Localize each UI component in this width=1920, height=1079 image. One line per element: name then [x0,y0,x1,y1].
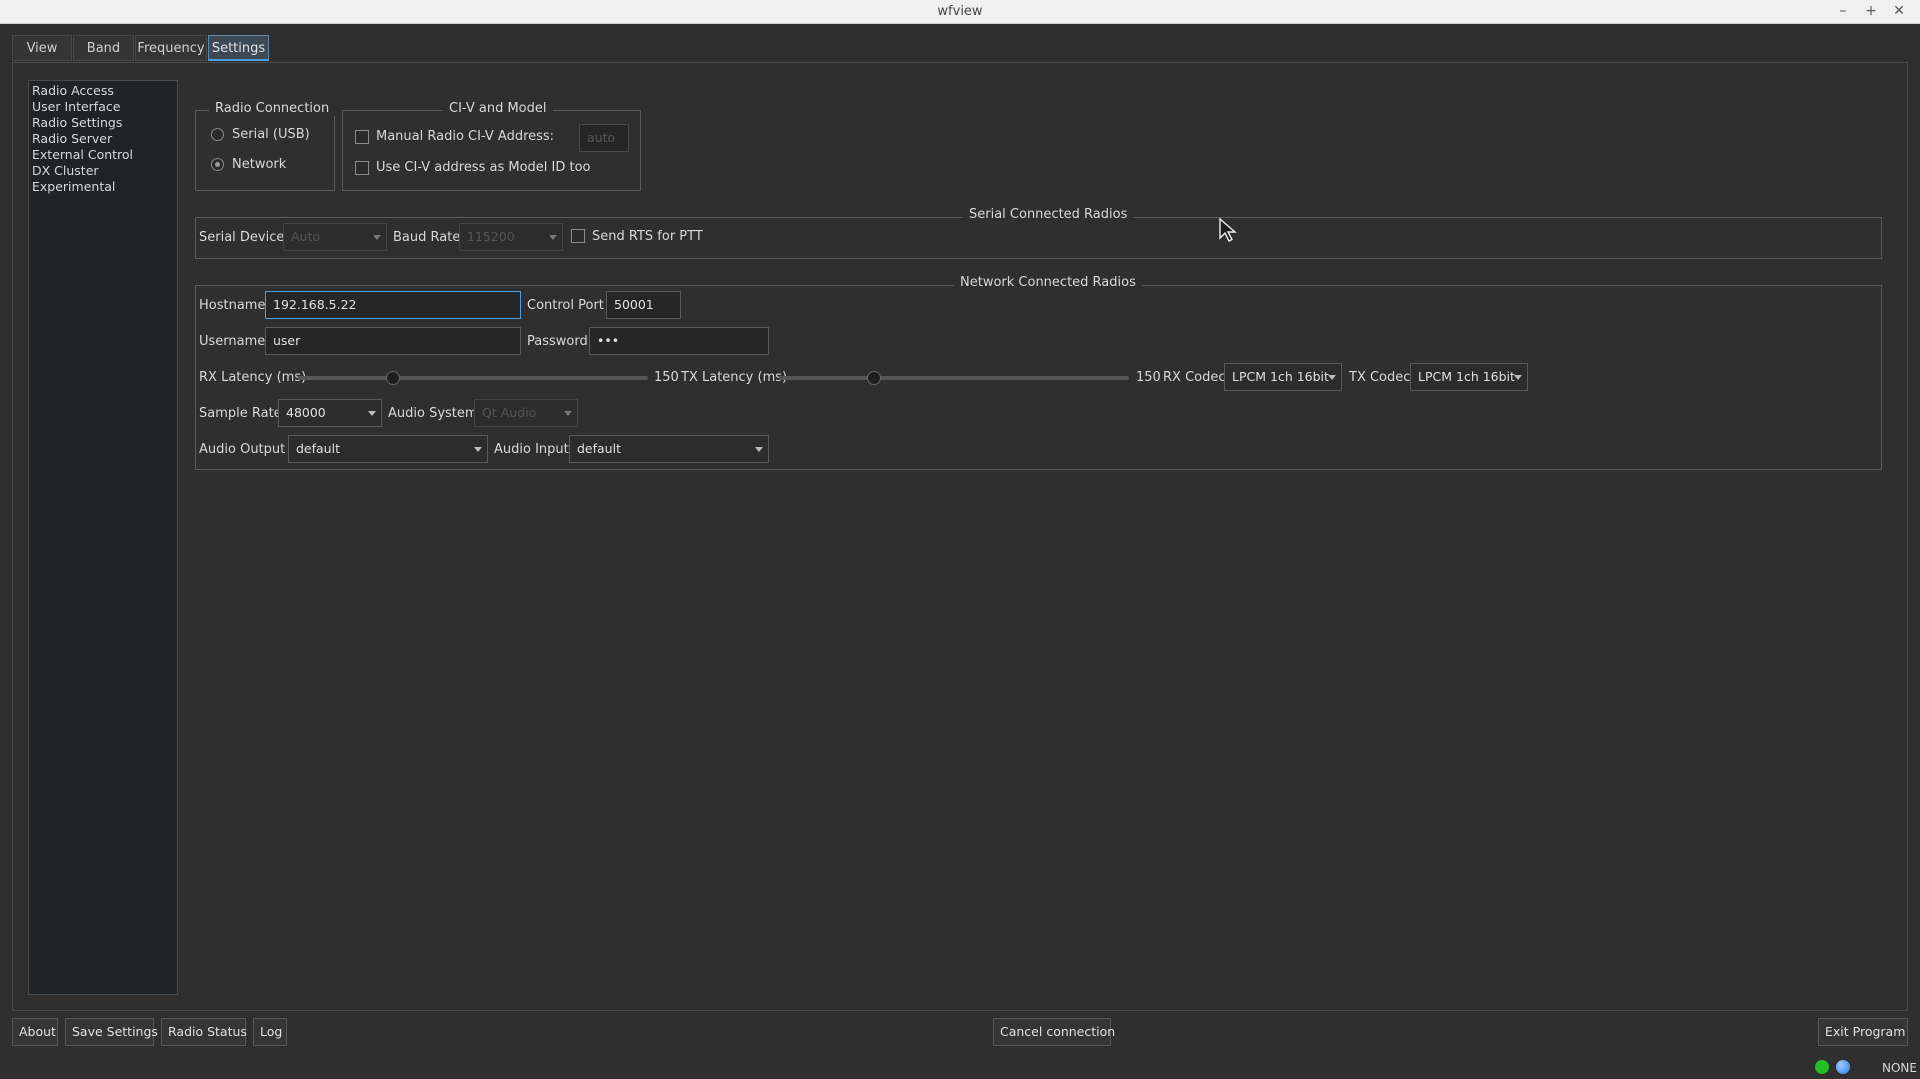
minimize-icon[interactable]: – [1833,2,1853,20]
tx-codec-label: TX Codec [1349,370,1411,385]
sidebar-item-radio-settings[interactable]: Radio Settings [32,115,174,131]
audio-input-label: Audio Input [494,442,569,457]
tx-codec-value: LPCM 1ch 16bit [1418,369,1515,384]
civ-model-title: CI-V and Model [443,101,553,116]
rx-latency-value: 150 [654,370,679,385]
save-settings-button[interactable]: Save Settings [65,1018,158,1046]
audio-system-value: Qt Audio [482,405,537,420]
audio-input-value: default [577,441,621,456]
serial-device-select[interactable]: Auto [283,223,387,251]
baud-rate-value: 115200 [467,229,515,244]
sidebar-item-external-control[interactable]: External Control [32,147,174,163]
audio-output-label: Audio Output [199,442,286,457]
rx-codec-label: RX Codec [1163,370,1226,385]
sidebar-item-user-interface[interactable]: User Interface [32,99,174,115]
settings-panel [12,62,1908,1011]
baud-rate-select[interactable]: 115200 [459,223,563,251]
send-rts-checkbox[interactable] [571,229,585,243]
send-rts-label: Send RTS for PTT [592,229,703,244]
tab-view[interactable]: View [12,35,72,61]
sidebar-item-radio-server[interactable]: Radio Server [32,131,174,147]
tx-latency-slider[interactable] [779,376,1129,380]
tx-codec-select[interactable]: LPCM 1ch 16bit [1410,363,1528,391]
serial-usb-radio[interactable] [211,128,224,141]
exit-program-button[interactable]: Exit Program [1818,1018,1908,1046]
hostname-input[interactable]: 192.168.5.22 [265,291,521,319]
hostname-label: Hostname [199,298,266,313]
network-radio[interactable] [211,158,224,171]
mode-status-text: NONE [1882,1061,1917,1075]
mouse-cursor-icon [1219,217,1237,242]
username-label: Username [199,334,266,349]
rx-latency-label: RX Latency (ms) [199,370,307,385]
manual-civ-label: Manual Radio CI-V Address: [376,129,555,144]
sample-rate-value: 48000 [286,405,326,420]
about-button[interactable]: About [12,1018,58,1046]
serial-usb-label: Serial (USB) [232,127,310,142]
model-id-label: Use CI-V address as Model ID too [376,160,591,175]
rx-latency-handle[interactable] [385,371,400,385]
sample-rate-label: Sample Rate [199,406,282,421]
settings-category-list: Radio Access User Interface Radio Settin… [28,80,178,995]
cancel-connection-button[interactable]: Cancel connection [993,1018,1115,1046]
tab-frequency[interactable]: Frequency [135,35,207,61]
username-input[interactable]: user [265,327,521,355]
sidebar-item-radio-access[interactable]: Radio Access [32,83,174,99]
rx-codec-select[interactable]: LPCM 1ch 16bit [1224,363,1342,391]
sidebar-item-dx-cluster[interactable]: DX Cluster [32,163,174,179]
window-title: wfview [937,4,983,19]
sidebar-item-experimental[interactable]: Experimental [32,179,174,195]
control-port-label: Control Port [527,298,604,313]
radio-status-button[interactable]: Radio Status [161,1018,247,1046]
manual-civ-checkbox[interactable] [355,130,369,144]
control-port-input[interactable]: 50001 [606,291,681,319]
serial-device-value: Auto [291,229,321,244]
password-label: Password [527,334,588,349]
status-indicator-blue [1836,1060,1850,1074]
rx-codec-value: LPCM 1ch 16bit [1232,369,1329,384]
serial-radios-title: Serial Connected Radios [963,207,1134,222]
baud-rate-label: Baud Rate [393,230,461,245]
maximize-icon[interactable]: + [1861,2,1881,20]
audio-output-value: default [296,441,340,456]
sample-rate-select[interactable]: 48000 [278,399,382,427]
model-id-checkbox[interactable] [355,161,369,175]
status-indicator-green [1815,1060,1829,1074]
audio-system-select[interactable]: Qt Audio [474,399,578,427]
tx-latency-handle[interactable] [866,371,881,385]
audio-system-label: Audio System [388,406,478,421]
audio-output-select[interactable]: default [288,435,488,463]
password-input[interactable]: ••• [589,327,769,355]
audio-input-select[interactable]: default [569,435,769,463]
network-label: Network [232,157,287,172]
serial-device-label: Serial Device: [199,230,289,245]
radio-connection-title: Radio Connection [209,101,336,116]
network-radios-title: Network Connected Radios [954,275,1142,290]
tab-settings[interactable]: Settings [208,35,269,61]
tx-latency-label: TX Latency (ms) [681,370,788,385]
hostname-value: 192.168.5.22 [273,297,357,312]
rx-latency-slider[interactable] [298,376,648,380]
title-bar: wfview – + ✕ [0,0,1920,24]
tab-band[interactable]: Band [73,35,134,61]
log-button[interactable]: Log [253,1018,287,1046]
civ-address-input[interactable]: auto [579,124,629,152]
tx-latency-value: 150 [1136,370,1161,385]
radio-connection-group [195,110,335,191]
close-icon[interactable]: ✕ [1889,2,1909,20]
